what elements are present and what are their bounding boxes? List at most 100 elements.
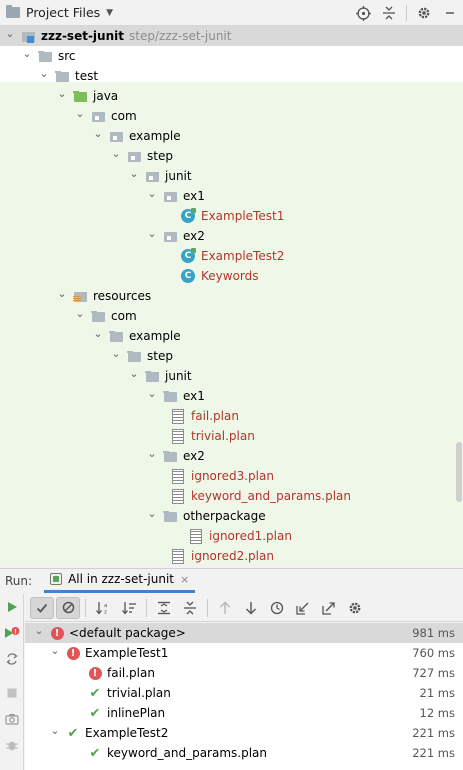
project-tree[interactable]: zzz-set-junitstep/zzz-set-junit src test… bbox=[0, 26, 463, 564]
tree-node-file[interactable]: ignored2.plan bbox=[0, 546, 463, 564]
folder-icon bbox=[6, 5, 20, 18]
test-passed-icon bbox=[65, 725, 81, 741]
tree-node-label: example bbox=[129, 129, 181, 143]
project-view-selector[interactable]: Project Files ▼ bbox=[6, 5, 113, 20]
tree-node-class[interactable]: Keywords bbox=[0, 266, 463, 286]
chevron-down-icon[interactable] bbox=[49, 727, 61, 740]
tree-node-resources-root[interactable]: resources bbox=[0, 286, 463, 306]
tree-node-label: java bbox=[93, 89, 119, 103]
collapse-all-icon[interactable] bbox=[376, 2, 402, 24]
tree-node-label: otherpackage bbox=[183, 509, 266, 523]
bug-icon[interactable] bbox=[3, 736, 21, 754]
sort-by-duration-icon[interactable] bbox=[117, 597, 141, 619]
test-history-icon[interactable] bbox=[265, 597, 289, 619]
tree-node-test-class[interactable]: ExampleTest2 bbox=[0, 246, 463, 266]
stop-icon[interactable] bbox=[3, 684, 21, 702]
run-tab-all-tests[interactable]: All in zzz-set-junit × bbox=[44, 569, 196, 593]
chevron-down-icon[interactable] bbox=[146, 230, 158, 243]
chevron-down-icon[interactable] bbox=[110, 150, 122, 163]
test-result-row[interactable]: inlinePlan 12 ms bbox=[25, 703, 463, 723]
tree-node-folder[interactable]: src bbox=[0, 46, 463, 66]
test-duration: 12 ms bbox=[419, 706, 455, 720]
camera-icon[interactable] bbox=[3, 710, 21, 728]
tree-node-file[interactable]: keyword_and_params.plan bbox=[0, 486, 463, 506]
folder-icon bbox=[126, 348, 142, 364]
rerun-failed-icon[interactable]: ! bbox=[3, 624, 21, 642]
tree-node-label: junit bbox=[165, 369, 192, 383]
test-failed-icon bbox=[65, 645, 81, 661]
tree-node-folder[interactable]: otherpackage bbox=[0, 506, 463, 526]
tree-scrollbar-thumb[interactable] bbox=[456, 442, 462, 502]
chevron-down-icon[interactable] bbox=[38, 70, 50, 83]
tree-node-folder[interactable]: com bbox=[0, 306, 463, 326]
gear-icon[interactable] bbox=[411, 2, 437, 24]
chevron-down-icon[interactable] bbox=[74, 110, 86, 123]
tree-node-package[interactable]: ex2 bbox=[0, 226, 463, 246]
crosshair-icon[interactable] bbox=[350, 2, 376, 24]
show-ignored-icon[interactable] bbox=[56, 596, 80, 619]
import-tests-icon[interactable] bbox=[291, 597, 315, 619]
test-result-row[interactable]: keyword_and_params.plan 221 ms bbox=[25, 743, 463, 763]
tree-node-folder[interactable]: junit bbox=[0, 366, 463, 386]
next-failed-icon[interactable] bbox=[239, 597, 263, 619]
tree-node-package[interactable]: step bbox=[0, 146, 463, 166]
rerun-icon[interactable] bbox=[3, 598, 21, 616]
tree-node-label: test bbox=[75, 69, 99, 83]
test-result-row[interactable]: trivial.plan 21 ms bbox=[25, 683, 463, 703]
previous-failed-icon[interactable] bbox=[213, 597, 237, 619]
test-result-row[interactable]: fail.plan 727 ms bbox=[25, 663, 463, 683]
collapse-all-icon[interactable] bbox=[178, 597, 202, 619]
chevron-down-icon: ▼ bbox=[106, 7, 114, 18]
toggle-auto-test-icon[interactable] bbox=[3, 650, 21, 668]
chevron-down-icon[interactable] bbox=[21, 50, 33, 63]
test-results-tree[interactable]: <default package> 981 ms ExampleTest1 76… bbox=[25, 623, 463, 770]
tree-node-folder[interactable]: test bbox=[0, 66, 463, 86]
chevron-down-icon[interactable] bbox=[56, 90, 68, 103]
chevron-down-icon[interactable] bbox=[33, 627, 45, 640]
tree-node-folder[interactable]: ex2 bbox=[0, 446, 463, 466]
tree-node-test-class[interactable]: ExampleTest1 bbox=[0, 206, 463, 226]
tree-node-file[interactable]: ignored3.plan bbox=[0, 466, 463, 486]
tree-node-package[interactable]: ex1 bbox=[0, 186, 463, 206]
tree-node-folder[interactable]: example bbox=[0, 326, 463, 346]
chevron-down-icon[interactable] bbox=[4, 30, 16, 43]
chevron-down-icon[interactable] bbox=[146, 510, 158, 523]
show-passed-icon[interactable] bbox=[30, 596, 54, 619]
chevron-down-icon[interactable] bbox=[128, 170, 140, 183]
tree-node-label: step bbox=[147, 349, 173, 363]
chevron-down-icon[interactable] bbox=[128, 370, 140, 383]
tree-node-package[interactable]: junit bbox=[0, 166, 463, 186]
test-duration: 221 ms bbox=[412, 746, 455, 760]
close-icon[interactable]: × bbox=[180, 573, 189, 586]
expand-all-icon[interactable] bbox=[152, 597, 176, 619]
tree-node-package[interactable]: com bbox=[0, 106, 463, 126]
test-runner-toolbar: az bbox=[25, 594, 463, 622]
chevron-down-icon[interactable] bbox=[146, 450, 158, 463]
toolbar-separator bbox=[146, 598, 147, 617]
chevron-down-icon[interactable] bbox=[92, 130, 104, 143]
tree-node-folder[interactable]: step bbox=[0, 346, 463, 366]
chevron-down-icon[interactable] bbox=[146, 190, 158, 203]
tree-node-package[interactable]: example bbox=[0, 126, 463, 146]
chevron-down-icon[interactable] bbox=[56, 290, 68, 303]
test-result-row[interactable]: ExampleTest1 760 ms bbox=[25, 643, 463, 663]
export-results-icon[interactable] bbox=[317, 597, 341, 619]
minimize-icon[interactable] bbox=[437, 2, 463, 24]
tree-node-folder[interactable]: ex1 bbox=[0, 386, 463, 406]
chevron-down-icon[interactable] bbox=[146, 390, 158, 403]
chevron-down-icon[interactable] bbox=[74, 310, 86, 323]
module-icon bbox=[20, 28, 36, 44]
tree-node-module[interactable]: zzz-set-junitstep/zzz-set-junit bbox=[0, 26, 463, 46]
chevron-down-icon[interactable] bbox=[92, 330, 104, 343]
folder-icon bbox=[162, 448, 178, 464]
tree-node-source-root[interactable]: java bbox=[0, 86, 463, 106]
chevron-down-icon[interactable] bbox=[49, 647, 61, 660]
chevron-down-icon[interactable] bbox=[110, 350, 122, 363]
sort-alphabetically-icon[interactable]: az bbox=[91, 597, 115, 619]
gear-icon[interactable] bbox=[343, 597, 367, 619]
tree-node-file[interactable]: ignored1.plan bbox=[0, 526, 463, 546]
test-result-row[interactable]: <default package> 981 ms bbox=[25, 623, 463, 643]
tree-node-file[interactable]: fail.plan bbox=[0, 406, 463, 426]
test-result-row[interactable]: ExampleTest2 221 ms bbox=[25, 723, 463, 743]
tree-node-file[interactable]: trivial.plan bbox=[0, 426, 463, 446]
